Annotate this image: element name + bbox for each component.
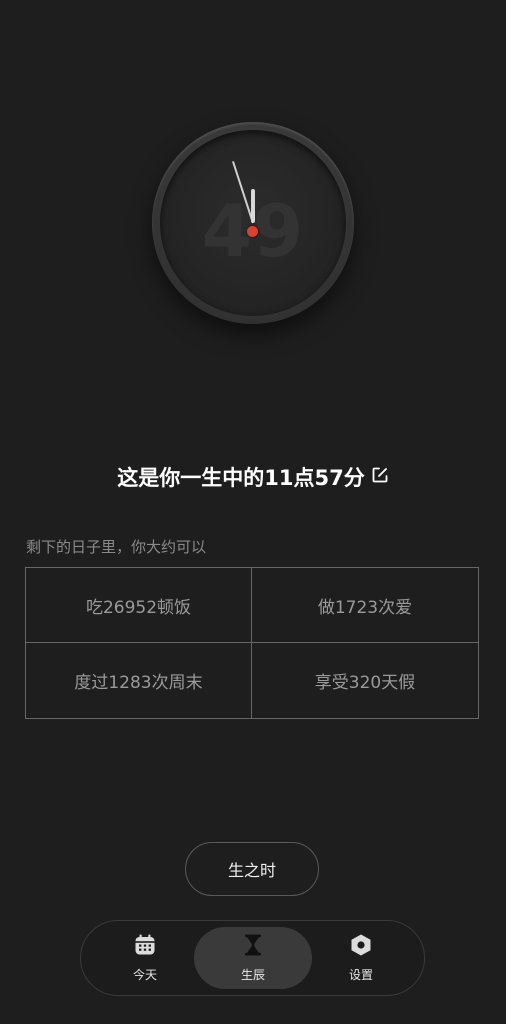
tab-settings[interactable]: 设置 (302, 927, 420, 989)
clock-hour-hand (251, 189, 255, 223)
birth-time-button[interactable]: 生之时 (185, 842, 319, 896)
settings-hex-icon (349, 933, 373, 960)
clock-age-number: 49 (152, 122, 354, 324)
life-clock: 49 (152, 122, 354, 324)
stat-vacation: 享受320天假 (314, 673, 416, 693)
stat-weekends: 度过1283次周末 (26, 643, 252, 718)
tab-today[interactable]: 今天 (86, 927, 204, 989)
tab-birth[interactable]: 生辰 (194, 927, 312, 989)
tab-today-label: 今天 (132, 968, 157, 982)
stats-grid: 吃26952顿饭 做1723次爱 度过1283次周末 享受320天假 (25, 567, 479, 719)
calendar-icon (133, 933, 157, 960)
headline-text: 这是你一生中的11点57分 (117, 466, 365, 490)
clock-center-dot (247, 226, 258, 237)
hourglass-icon (242, 933, 264, 960)
edit-icon[interactable] (371, 465, 389, 489)
tab-birth-label: 生辰 (240, 968, 265, 982)
stat-love: 做1723次爱 (252, 568, 478, 643)
life-time-headline[interactable]: 这是你一生中的11点57分 (0, 462, 506, 492)
bottom-tab-bar: 今天 生辰 设置 (80, 920, 425, 996)
stat-meals: 吃26952顿饭 (26, 568, 252, 643)
stats-intro: 剩下的日子里，你大约可以 (26, 538, 207, 556)
tab-settings-label: 设置 (348, 968, 373, 982)
